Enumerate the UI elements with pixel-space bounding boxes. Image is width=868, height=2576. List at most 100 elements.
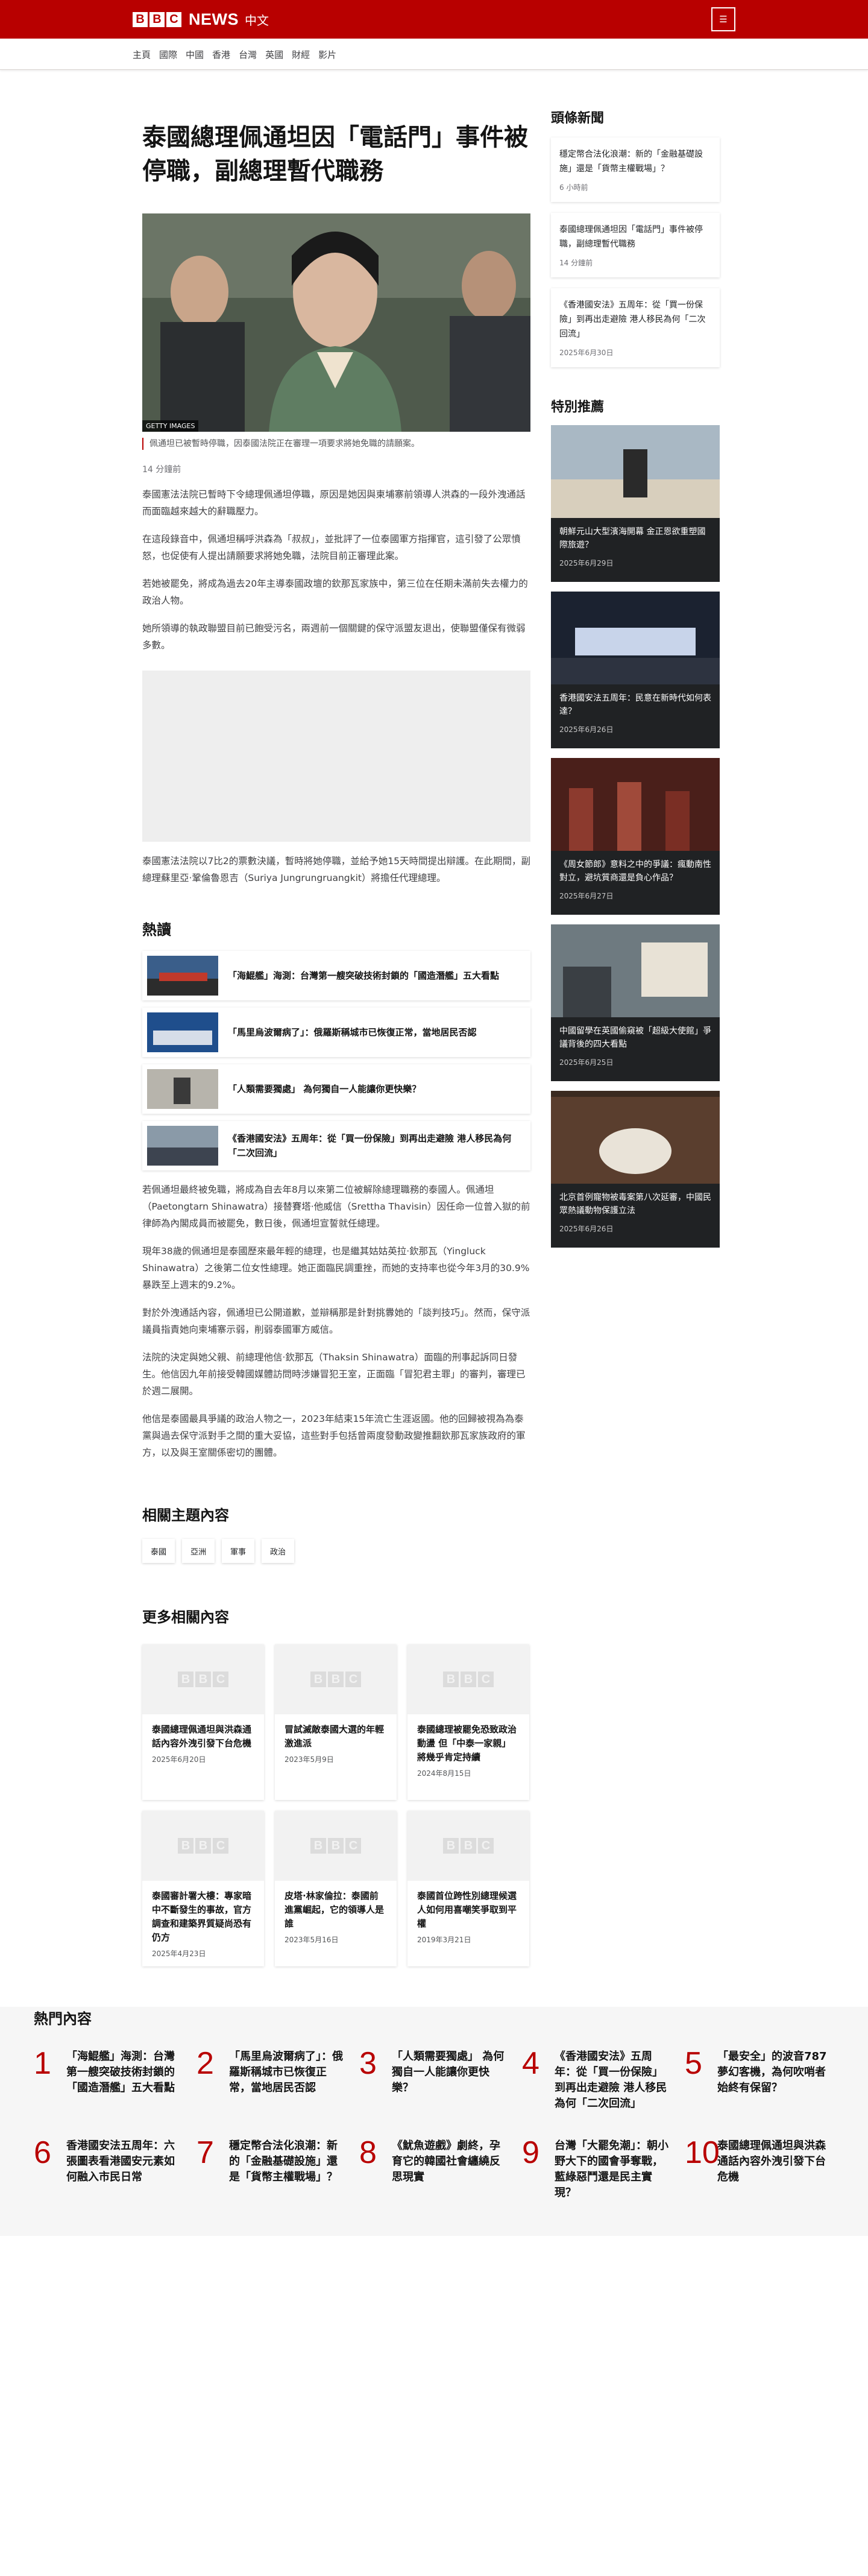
related-card[interactable]: BBC 泰國首位跨性別總理候選人如何用喜嘲笑爭取到平權 2019年3月21日 (407, 1811, 529, 1966)
article-headline: 泰國總理佩通坦因「電話門」事件被停職，副總理暫代職務 (142, 124, 528, 185)
article-paragraph: 若佩通坦最終被免職，將成為自去年8月以來第二位被解除總理職務的泰國人。佩通坦（P… (142, 1184, 530, 1229)
nav-item-business[interactable]: 財經 (292, 48, 310, 61)
bbc-placeholder-icon: BBC (142, 1811, 264, 1881)
most-read-item[interactable]: 7 穩定幣合法化浪潮：新的「金融基礎設施」還是「貨幣主權戰場」？ (197, 2135, 347, 2211)
bbc-placeholder-icon: BBC (142, 1644, 264, 1714)
nav-bar: 主頁 國際 中國 香港 台灣 英國 財經 影片 (0, 39, 868, 70)
article-paragraph: 現年38歲的佩通坦是泰國歷來最年輕的總理，也是繼其姑姑英拉·欽那瓦（Yinglu… (142, 1246, 530, 1290)
related-grid: BBC 泰國總理佩通坦與洪森通話內容外洩引發下台危機 2025年6月20日 BBC… (142, 1644, 530, 1966)
most-read-item[interactable]: 2 「馬里烏波爾病了」：俄羅斯稱城市已恢復正常，當地居民否認 (197, 2046, 347, 2121)
most-read-section: 熱門內容 1 「海鯤艦」海測：台灣第一艘突破技術封鎖的「國造潛艦」五大看點 2 「馬… (0, 2007, 868, 2236)
featured-date: 2025年6月26日 (559, 1225, 614, 1233)
related-title: 泰國首位跨性別總理候選人如何用喜嘲笑爭取到平權 (417, 1890, 517, 1929)
related-date: 2025年6月20日 (152, 1755, 206, 1764)
nav-item-china[interactable]: 中國 (186, 48, 204, 61)
most-read-grid: 1 「海鯤艦」海測：台灣第一艘突破技術封鎖的「國造潛艦」五大看點 2 「馬里烏波爾病… (34, 2046, 835, 2211)
nav-item-video[interactable]: 影片 (318, 48, 336, 61)
nav-item-world[interactable]: 國際 (159, 48, 177, 61)
related-card[interactable]: BBC 冒試滅敵泰國大選的年輕激進派 2023年5月9日 (275, 1644, 397, 1800)
bbc-news-logo[interactable]: B B C NEWS 中文 (133, 10, 269, 29)
article-timestamp: 14 分鐘前 (142, 465, 181, 475)
featured-title: 《周女節郎》意料之中的爭議：瘋動南性對立，避坑質商還是負心作品？ (559, 860, 711, 883)
topic-tag[interactable]: 亞洲 (182, 1539, 215, 1563)
featured-image (551, 1091, 720, 1184)
nav-item-taiwan[interactable]: 台灣 (239, 48, 257, 61)
hot-read-item[interactable]: 「海鯤艦」海測：台灣第一艘突破技術封鎖的「國造潛艦」五大看點 (142, 951, 530, 1000)
featured-card[interactable]: 中國留學在英國偷窺被「超級大使館」爭議背後的四大看點 2025年6月25日 (551, 924, 720, 1081)
top-stories-heading: 頭條新聞 (551, 111, 605, 126)
nav-item-hongkong[interactable]: 香港 (212, 48, 230, 61)
rank-number: 8 (359, 2135, 377, 2170)
page-layout: 泰國總理佩通坦因「電話門」事件被停職，副總理暫代職務 GETTY IMAGES … (133, 70, 735, 2132)
rank-number: 6 (34, 2135, 51, 2170)
top-story-card[interactable]: 泰國總理佩通坦因「電話門」事件被停職，副總理暫代職務 14 分鐘前 (551, 213, 720, 277)
article-paragraph: 泰國憲法法院已暫時下令總理佩通坦停職，原因是她因與柬埔寨前領導人洪森的一段外洩通… (142, 489, 526, 517)
topic-tags: 泰國 亞洲 軍事 政治 (142, 1539, 530, 1563)
topic-tag[interactable]: 軍事 (222, 1539, 255, 1563)
rank-number: 3 (359, 2046, 377, 2081)
rank-number: 2 (197, 2046, 214, 2081)
hot-reads-list: 「海鯤艦」海測：台灣第一艘突破技術封鎖的「國造潛艦」五大看點 「馬里烏波爾病了」… (142, 951, 530, 1170)
hot-read-item[interactable]: 《香港國安法》五周年：從「買一份保險」到再出走避險 港人移民為何「二次回流」 (142, 1121, 530, 1170)
most-read-title: 「最安全」的波音787夢幻客機，為何吹哨者始終有保留？ (717, 2050, 827, 2094)
top-story-date: 2025年6月30日 (559, 349, 614, 357)
featured-card[interactable]: 香港國安法五周年：民意在新時代如何表達？ 2025年6月26日 (551, 592, 720, 748)
related-card[interactable]: BBC 泰國總理被罷免恐致政治動盪 但「中泰一家親」將幾乎肯定持續 2024年8月… (407, 1644, 529, 1800)
most-read-item[interactable]: 5 「最安全」的波音787夢幻客機，為何吹哨者始終有保留？ (685, 2048, 835, 2121)
bbc-placeholder-icon: BBC (275, 1811, 397, 1881)
most-read-title: 「人類需要獨處」 為何獨自一人能讓你更快樂？ (392, 2050, 505, 2094)
bbc-logo-blocks: B B C (133, 11, 181, 27)
most-read-item[interactable]: 1 「海鯤艦」海測：台灣第一艘突破技術封鎖的「國造潛艦」五大看點 (34, 2046, 184, 2121)
related-date: 2023年5月16日 (285, 1936, 339, 1944)
hot-read-title: 《香港國安法》五周年：從「買一份保險」到再出走避險 港人移民為何「二次回流」 (228, 1133, 512, 1158)
related-card[interactable]: BBC 皮塔·林家倫拉：泰國前進黨崛起，它的領導人是誰 2023年5月16日 (275, 1811, 397, 1966)
bbc-placeholder-icon: BBC (407, 1811, 529, 1881)
most-read-item[interactable]: 4 《香港國安法》五周年：從「買一份保險」到再出走避險 港人移民為何「二次回流」 (522, 2046, 673, 2121)
hot-read-item[interactable]: 「人類需要獨處」 為何獨自一人能讓你更快樂？ (142, 1064, 530, 1114)
top-story-date: 14 分鐘前 (559, 259, 593, 267)
language-label: 中文 (245, 13, 269, 28)
most-read-title: 穩定幣合法化浪潮：新的「金融基礎設施」還是「貨幣主權戰場」？ (229, 2139, 338, 2183)
nav-item-home[interactable]: 主頁 (133, 48, 151, 61)
related-date: 2019年3月21日 (417, 1936, 471, 1944)
rank-number: 1 (34, 2046, 51, 2081)
bbc-logo-letter: B (133, 11, 148, 27)
featured-heading: 特別推薦 (551, 400, 605, 415)
menu-icon[interactable]: ☰ (711, 7, 735, 31)
top-story-card[interactable]: 《香港國安法》五周年：從「買一份保險」到再出走避險 港人移民為何「二次回流」 2… (551, 288, 720, 367)
featured-card[interactable]: 《周女節郎》意料之中的爭議：瘋動南性對立，避坑質商還是負心作品？ 2025年6月2… (551, 758, 720, 915)
most-read-title: 《香港國安法》五周年：從「買一份保險」到再出走避險 港人移民為何「二次回流」 (555, 2050, 667, 2110)
featured-title: 朝鮮元山大型濱海開幕 金正恩欲重塑國際旅遊？ (559, 527, 706, 550)
related-card[interactable]: BBC 泰國總理佩通坦與洪森通話內容外洩引發下台危機 2025年6月20日 (142, 1644, 264, 1800)
most-read-item[interactable]: 8 《魷魚遊戲》劇終，孕育它的韓國社會纏繞反思現實 (359, 2135, 510, 2211)
most-read-item[interactable]: 9 台灣「大罷免潮」：朝小野大下的國會爭奪戰，藍綠惡鬥還是民主實現？ (522, 2137, 673, 2211)
article-paragraph: 對於外洩通話內容，佩通坦已公開道歉，並辯稱那是針對挑釁她的「談判技巧」。然而，保… (142, 1307, 530, 1335)
article-main: 泰國總理佩通坦因「電話門」事件被停職，副總理暫代職務 GETTY IMAGES … (142, 70, 530, 1966)
nav-item-uk[interactable]: 英國 (265, 48, 283, 61)
rank-number: 4 (522, 2046, 539, 2081)
most-read-item[interactable]: 10 泰國總理佩通坦與洪森通話內容外洩引發下台危機 (685, 2135, 835, 2211)
featured-date: 2025年6月26日 (559, 725, 614, 734)
top-story-title: 穩定幣合法化浪潮：新的「金融基礎設施」還是「貨幣主權戰場」？ (559, 150, 703, 174)
related-card[interactable]: BBC 泰國審計署大樓：專家暗中不斷發生的事故，官方調查和建築界質疑尚恐有仍方 2… (142, 1811, 264, 1966)
most-read-title: 「馬里烏波爾病了」：俄羅斯稱城市已恢復正常，當地居民否認 (229, 2050, 343, 2094)
most-read-item[interactable]: 6 香港國安法五周年：六張圖表看港國安元素如何融入市民日常 (34, 2135, 184, 2211)
hot-read-item[interactable]: 「馬里烏波爾病了」：俄羅斯稱城市已恢復正常，當地居民否認 (142, 1008, 530, 1057)
featured-title: 北京首例寵物被毒案第八次延審，中國民眾熱議動物保護立法 (559, 1193, 711, 1216)
top-story-title: 泰國總理佩通坦因「電話門」事件被停職，副總理暫代職務 (559, 225, 703, 249)
top-story-card[interactable]: 穩定幣合法化浪潮：新的「金融基礎設施」還是「貨幣主權戰場」？ 6 小時前 (551, 137, 720, 202)
featured-card[interactable]: 朝鮮元山大型濱海開幕 金正恩欲重塑國際旅遊？ 2025年6月29日 (551, 425, 720, 582)
most-read-heading: 熱門內容 (34, 2010, 92, 2027)
related-title: 皮塔·林家倫拉：泰國前進黨崛起，它的領導人是誰 (285, 1890, 385, 1929)
most-read-title: 泰國總理佩通坦與洪森通話內容外洩引發下台危機 (717, 2139, 826, 2183)
rank-number: 7 (197, 2135, 214, 2170)
topic-tag[interactable]: 泰國 (142, 1539, 175, 1563)
rank-number: 10 (685, 2135, 720, 2170)
topic-tag[interactable]: 政治 (262, 1539, 295, 1563)
most-read-item[interactable]: 3 「人類需要獨處」 為何獨自一人能讓你更快樂？ (359, 2046, 510, 2121)
article-paragraph: 若她被罷免，將成為過去20年主導泰國政壇的欽那瓦家族中，第三位在任期未滿前失去權… (142, 578, 528, 606)
related-date: 2023年5月9日 (285, 1755, 334, 1764)
hot-reads-heading: 熱讀 (142, 921, 171, 938)
featured-card[interactable]: 北京首例寵物被毒案第八次延審，中國民眾熱議動物保護立法 2025年6月26日 (551, 1091, 720, 1248)
featured-title: 中國留學在英國偷窺被「超級大使館」爭議背後的四大看點 (559, 1026, 711, 1049)
